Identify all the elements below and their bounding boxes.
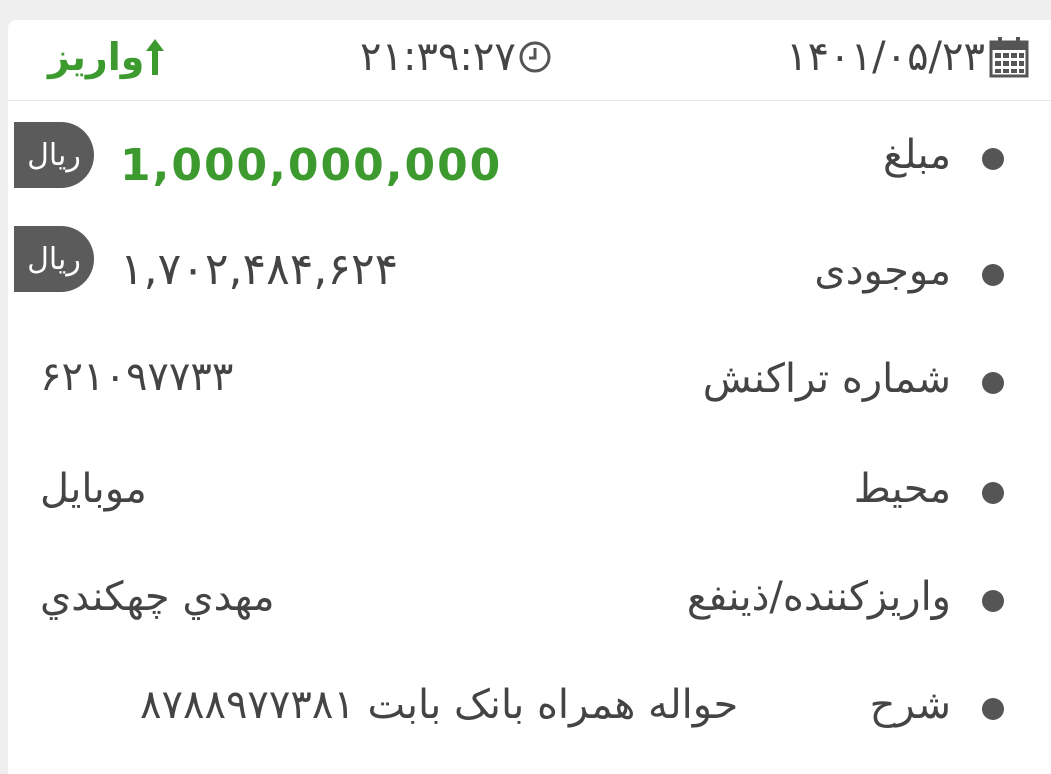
date-display: ۱۴۰۱/۰۵/۲۳ [786, 32, 1029, 82]
time-display: ۲۱:۳۹:۲۷ [360, 32, 552, 82]
currency-badge: ریال [14, 226, 94, 292]
calendar-icon [989, 37, 1029, 78]
balance-label: موجودی [814, 248, 951, 294]
transaction-type: واریز [48, 32, 176, 82]
amount-value: 1,000,000,000 [120, 140, 503, 191]
row-depositor: واریزکننده/ذینفع مهدي چهكندي [8, 546, 1051, 654]
transaction-number-label: شماره تراکنش [702, 356, 951, 402]
depositor-value: مهدي چهكندي [40, 574, 275, 620]
bullet [982, 590, 1004, 612]
time-text: ۲۱:۳۹:۲۷ [360, 34, 516, 80]
bullet [982, 264, 1004, 286]
bullet [982, 698, 1004, 720]
transaction-header: ۱۴۰۱/۰۵/۲۳ ۲۱:۳۹:۲۷ واریز [8, 20, 1051, 101]
row-description: شرح حواله همراه بانک بابت ۸۷۸۸۹۷۷۳۸۱ [8, 654, 1051, 762]
bullet [982, 482, 1004, 504]
row-transaction-number: شماره تراکنش ۶۲۱۰۹۷۷۳۳ [8, 328, 1051, 436]
row-channel: محیط موبایل [8, 438, 1051, 546]
description-label: شرح [869, 682, 951, 728]
transaction-type-text: واریز [48, 35, 145, 79]
channel-label: محیط [853, 466, 951, 512]
description-value: حواله همراه بانک بابت ۸۷۸۸۹۷۷۳۸۱ [140, 682, 739, 728]
bullet [982, 372, 1004, 394]
transaction-number-value: ۶۲۱۰۹۷۷۳۳ [40, 354, 234, 400]
depositor-label: واریزکننده/ذینفع [686, 574, 951, 620]
clock-icon [519, 41, 551, 73]
amount-label: مبلغ [882, 132, 951, 178]
row-balance: موجودی ریال ۱,۷۰۲,۴۸۴,۶۲۴ [8, 220, 1051, 328]
transaction-card: ۱۴۰۱/۰۵/۲۳ ۲۱:۳۹:۲۷ واریز مبلغ ریال 1,00… [8, 20, 1051, 774]
channel-value: موبایل [40, 466, 147, 512]
arrow-up-icon [146, 39, 165, 75]
currency-badge: ریال [14, 122, 94, 188]
balance-value: ۱,۷۰۲,۴۸۴,۶۲۴ [120, 244, 399, 295]
date-text: ۱۴۰۱/۰۵/۲۳ [786, 34, 985, 80]
bullet [982, 148, 1004, 170]
row-amount: مبلغ ریال 1,000,000,000 [8, 112, 1051, 220]
